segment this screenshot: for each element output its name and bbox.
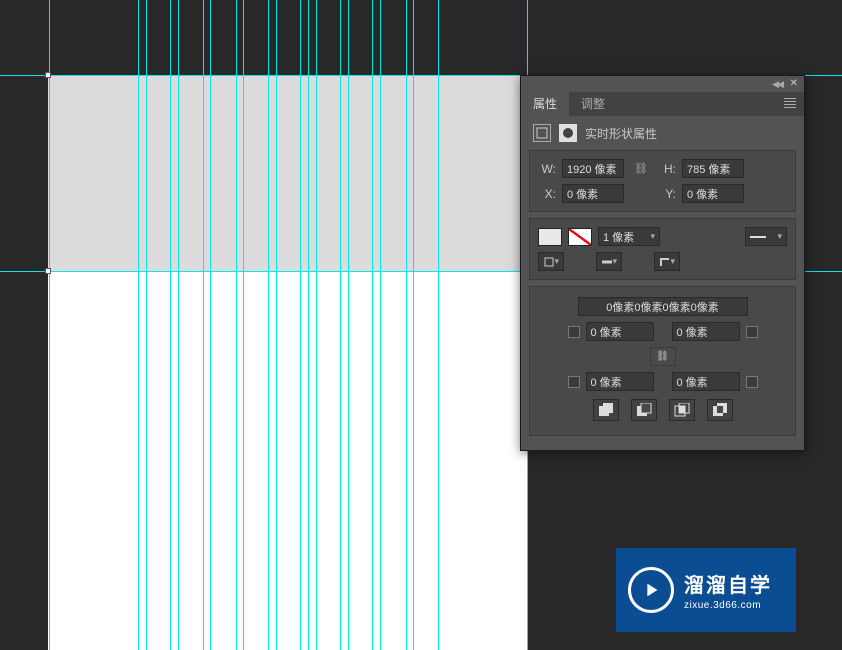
corner-tl-input[interactable]	[586, 322, 654, 341]
path-op-exclude-icon[interactable]	[707, 399, 733, 421]
collapse-icon[interactable]: ◀◀	[772, 79, 782, 90]
guide-vertical[interactable]	[438, 0, 439, 650]
guide-vertical[interactable]	[348, 0, 349, 650]
guide-vertical[interactable]	[406, 0, 407, 650]
fill-swatch[interactable]	[538, 228, 562, 246]
corner-tl-lock[interactable]	[568, 326, 580, 338]
corner-br-input[interactable]	[672, 372, 740, 391]
link-wh-icon[interactable]: ⛓	[630, 160, 652, 178]
guide-vertical[interactable]	[316, 0, 317, 650]
guide-vertical[interactable]	[138, 0, 139, 650]
grey-rectangle-shape[interactable]	[48, 75, 528, 272]
transform-handle[interactable]	[45, 72, 51, 78]
height-input[interactable]	[682, 159, 744, 178]
path-op-unite-icon[interactable]	[593, 399, 619, 421]
guide-vertical[interactable]	[203, 0, 204, 650]
guide-vertical[interactable]	[340, 0, 341, 650]
close-icon[interactable]: ✕	[790, 78, 798, 89]
corner-bl-input[interactable]	[586, 372, 654, 391]
white-artboard[interactable]	[48, 272, 528, 650]
corner-bl-lock[interactable]	[568, 376, 580, 388]
guide-vertical[interactable]	[178, 0, 179, 650]
stroke-width-dropdown[interactable]: 1 像素	[598, 227, 660, 246]
guide-vertical[interactable]	[210, 0, 211, 650]
mask-icon[interactable]	[559, 124, 577, 142]
path-op-subtract-icon[interactable]	[631, 399, 657, 421]
guide-vertical[interactable]	[276, 0, 277, 650]
guide-vertical[interactable]	[300, 0, 301, 650]
guide-vertical[interactable]	[380, 0, 381, 650]
guide-vertical[interactable]	[308, 0, 309, 650]
guide-vertical[interactable]	[268, 0, 269, 650]
watermark-badge: 溜溜自学 zixue.3d66.com	[616, 548, 796, 632]
shape-type-icon	[533, 124, 551, 142]
properties-panel: ◀◀ ✕ 属性 调整 实时形状属性 W: ⛓ H: X:	[520, 75, 805, 451]
guide-vertical[interactable]	[243, 0, 244, 650]
path-op-intersect-icon[interactable]	[669, 399, 695, 421]
y-label: Y:	[658, 187, 676, 201]
spacer	[630, 185, 652, 203]
panel-titlebar[interactable]: ◀◀ ✕	[521, 76, 804, 92]
guide-vertical[interactable]	[372, 0, 373, 650]
panel-menu-icon[interactable]	[784, 98, 796, 108]
watermark-subtitle: zixue.3d66.com	[684, 600, 772, 611]
y-input[interactable]	[682, 184, 744, 203]
corner-tr-input[interactable]	[672, 322, 740, 341]
corner-link-icon[interactable]: ⛓	[650, 347, 676, 366]
guide-vertical[interactable]	[170, 0, 171, 650]
width-label: W:	[538, 162, 556, 176]
tab-properties[interactable]: 属性	[521, 92, 569, 116]
guide-vertical[interactable]	[413, 0, 414, 650]
guide-vertical[interactable]	[146, 0, 147, 650]
height-label: H:	[658, 162, 676, 176]
width-input[interactable]	[562, 159, 624, 178]
guide-vertical[interactable]	[49, 0, 50, 650]
corner-summary-input[interactable]	[578, 297, 748, 316]
stroke-caps-dropdown[interactable]	[596, 252, 622, 271]
x-label: X:	[538, 187, 556, 201]
tab-adjustments[interactable]: 调整	[569, 92, 617, 116]
shape-title: 实时形状属性	[585, 125, 657, 142]
stroke-swatch[interactable]	[568, 228, 592, 246]
x-input[interactable]	[562, 184, 624, 203]
panel-tabs: 属性 调整	[521, 92, 804, 116]
stroke-style-dropdown[interactable]	[745, 227, 787, 246]
stroke-corners-dropdown[interactable]	[654, 252, 680, 271]
corner-tr-lock[interactable]	[746, 326, 758, 338]
transform-handle[interactable]	[45, 268, 51, 274]
guide-vertical[interactable]	[236, 0, 237, 650]
stroke-align-dropdown[interactable]	[538, 252, 564, 271]
corner-br-lock[interactable]	[746, 376, 758, 388]
watermark-logo-icon	[628, 567, 674, 613]
watermark-title: 溜溜自学	[684, 569, 772, 598]
